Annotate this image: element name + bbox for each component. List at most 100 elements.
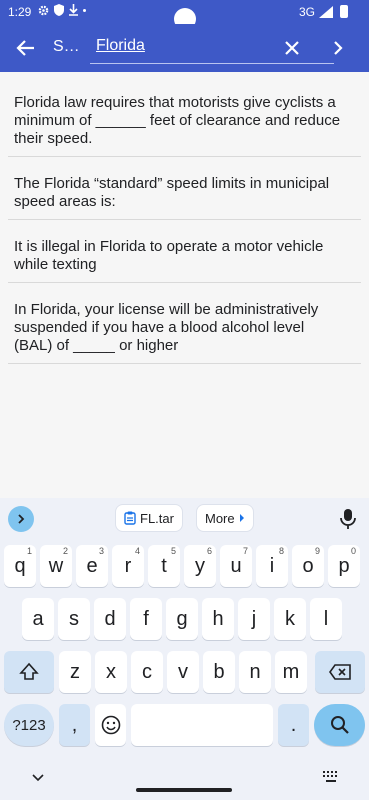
search-key[interactable] [314,704,365,746]
key-row-1: q1w2e3r4t5y6u7i8o9p0 [0,545,369,587]
space-key[interactable] [131,704,273,746]
key-hint: 3 [98,546,104,556]
chevron-right-icon[interactable] [326,36,350,60]
item-line: speed areas is: [14,193,116,210]
list-item[interactable]: The Florida “standard” speed limits in m… [8,157,361,220]
key-label: h [212,607,224,630]
key-label: r [124,554,132,577]
clipboard-chip[interactable]: FL.tar [115,504,183,532]
key-label: s [69,607,79,630]
key-d[interactable]: d [94,598,126,640]
key-row-4: ?123 , . [0,704,369,746]
key-a[interactable]: a [22,598,54,640]
more-chip[interactable]: More [196,504,254,532]
shift-icon [19,662,39,680]
more-chip-label: More [205,510,235,526]
key-label: p [338,554,350,577]
key-hint: 8 [278,546,284,556]
key-label: w [48,554,64,577]
key-z[interactable]: z [59,651,91,693]
key-hint: 2 [62,546,68,556]
key-i[interactable]: i8 [256,545,288,587]
key-row-2: asdf g h jkl [0,598,369,640]
comma-key[interactable]: , [59,704,90,746]
key-t[interactable]: t5 [148,545,180,587]
key-o[interactable]: o9 [292,545,324,587]
list-item[interactable]: In Florida, your license will be adminis… [8,283,361,364]
key-label: q [14,554,26,577]
status-time: 1:29 [8,5,32,19]
navigation-bar [0,762,369,800]
key-label: j [251,607,257,630]
search-input[interactable] [90,37,270,55]
key-label: c [142,660,152,683]
item-line: (BAL) of _____ or higher [14,337,179,354]
shift-key[interactable] [4,651,54,693]
key-label: x [106,660,116,683]
key-j[interactable]: j [238,598,270,640]
key-u[interactable]: u7 [220,545,252,587]
key-r[interactable]: r4 [112,545,144,587]
key-hint: 6 [206,546,212,556]
key-n[interactable]: n [239,651,271,693]
key-l[interactable]: l [310,598,342,640]
key-x[interactable]: x [95,651,127,693]
key-s[interactable]: s [58,598,90,640]
emoji-key[interactable] [95,704,126,746]
item-line: The Florida “standard” speed limits in m… [14,175,330,192]
search-icon [330,716,349,734]
symbols-key[interactable]: ?123 [4,704,54,746]
key-y[interactable]: y6 [184,545,216,587]
app-bar: S… [0,24,369,72]
key-k[interactable]: k [274,598,306,640]
list-item[interactable]: Florida law requires that motorists give… [8,72,361,157]
key-label: g [176,607,188,630]
download-icon [69,4,78,16]
battery-icon [340,5,348,18]
gesture-handle[interactable] [136,788,232,792]
key-label: e [86,554,98,577]
keyboard-icon[interactable] [322,770,340,784]
triangle-right-icon [239,514,244,522]
item-line: their speed. [14,130,93,147]
network-type: 3G [299,5,316,19]
chevron-down-icon[interactable] [30,770,46,786]
key-label: y [195,554,205,577]
status-icons [38,4,86,16]
suggestion-strip: FL.tar More [0,498,369,540]
key-q[interactable]: q1 [4,545,36,587]
key-v[interactable]: v [167,651,199,693]
key-b[interactable]: b [203,651,235,693]
key-c[interactable]: c [131,651,163,693]
item-line: while texting [14,256,97,273]
period-key[interactable]: . [278,704,309,746]
key-w[interactable]: w2 [40,545,72,587]
item-line: In Florida, your license will be adminis… [14,301,319,318]
item-line: minimum of ______ feet of clearance and … [14,112,341,129]
key-m[interactable]: m [275,651,307,693]
expand-toolbar-button[interactable] [8,506,34,532]
clear-icon[interactable] [280,36,304,60]
status-bar: 1:29 3G [0,0,369,30]
key-label: b [213,660,225,683]
key-e[interactable]: e3 [76,545,108,587]
key-hint: 9 [314,546,320,556]
back-arrow-icon[interactable] [14,36,38,60]
key-hint: 7 [242,546,248,556]
backspace-key[interactable] [315,651,365,693]
question-list: Florida law requires that motorists give… [0,72,369,498]
key-label: f [143,607,149,630]
key-p[interactable]: p0 [328,545,360,587]
key-f[interactable]: f [130,598,162,640]
key-hint: 5 [170,546,176,556]
list-item[interactable]: It is illegal in Florida to operate a mo… [8,220,361,283]
item-line: It is illegal in Florida to operate a mo… [14,238,324,255]
key-hint: 0 [350,546,356,556]
key-h[interactable]: h [202,598,234,640]
emoji-icon [101,715,120,735]
key-label: n [249,660,261,683]
microphone-icon[interactable] [338,508,358,530]
key-label: v [178,660,188,683]
key-g[interactable]: g [166,598,198,640]
item-line: Florida law requires that motorists give… [14,94,336,111]
